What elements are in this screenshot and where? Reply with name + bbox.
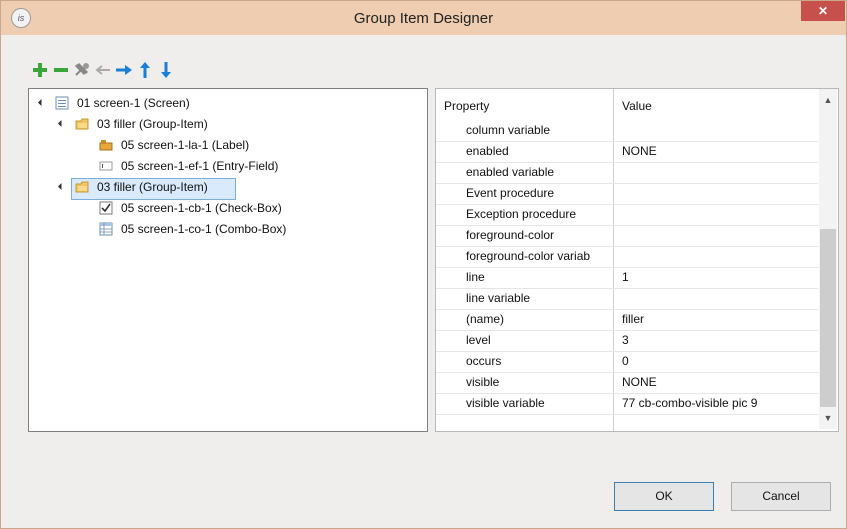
tree-item-label: 05 screen-1-cb-1 (Check-Box) bbox=[121, 201, 282, 215]
combo-box-icon bbox=[99, 222, 113, 236]
property-name: visible bbox=[466, 375, 500, 389]
property-name: (name) bbox=[466, 312, 505, 326]
property-row[interactable]: level 3 bbox=[436, 330, 818, 352]
scroll-up-icon[interactable]: ▲ bbox=[819, 91, 837, 109]
property-name: foreground-color bbox=[466, 228, 555, 242]
property-value[interactable]: 0 bbox=[622, 354, 629, 368]
scroll-down-icon[interactable]: ▼ bbox=[819, 409, 837, 427]
checkbox-icon bbox=[99, 201, 113, 215]
property-name: column variable bbox=[466, 123, 551, 137]
property-row[interactable]: occurs 0 bbox=[436, 351, 818, 373]
property-row[interactable]: Event procedure bbox=[436, 183, 818, 205]
value-column-header[interactable]: Value bbox=[622, 99, 652, 113]
arrow-left-icon[interactable] bbox=[94, 61, 112, 79]
property-grid[interactable]: Property Value column variable enabled NO… bbox=[435, 88, 839, 432]
arrow-right-icon[interactable] bbox=[115, 61, 133, 79]
property-name: visible variable bbox=[466, 396, 545, 410]
tree-item-label: 01 screen-1 (Screen) bbox=[77, 96, 190, 110]
entry-field-icon bbox=[99, 161, 113, 171]
expander-icon[interactable] bbox=[37, 98, 46, 107]
property-row[interactable]: line 1 bbox=[436, 267, 818, 289]
expander-icon[interactable] bbox=[57, 182, 66, 191]
tree-item-label: 03 filler (Group-Item) bbox=[97, 117, 208, 131]
scrollbar-thumb[interactable] bbox=[820, 229, 836, 407]
tree-item-label: 05 screen-1-co-1 (Combo-Box) bbox=[121, 222, 287, 236]
dialog-window: is Group Item Designer ✕ 01 screen-1 (Sc… bbox=[0, 0, 847, 529]
property-row[interactable]: visible variable 77 cb-combo-visible pic … bbox=[436, 393, 818, 415]
property-row[interactable]: enabled variable bbox=[436, 162, 818, 184]
property-name: enabled variable bbox=[466, 165, 555, 179]
folder-icon bbox=[75, 118, 89, 130]
close-button[interactable]: ✕ bbox=[801, 1, 845, 21]
property-value[interactable]: 77 cb-combo-visible pic 9 bbox=[622, 396, 757, 410]
property-name: enabled bbox=[466, 144, 509, 158]
arrow-up-icon[interactable] bbox=[136, 61, 154, 79]
property-row[interactable]: visible NONE bbox=[436, 372, 818, 394]
property-row[interactable]: enabled NONE bbox=[436, 141, 818, 163]
cancel-button[interactable]: Cancel bbox=[731, 482, 831, 511]
property-value[interactable]: NONE bbox=[622, 375, 657, 389]
tree-item-label: 05 screen-1-la-1 (Label) bbox=[121, 138, 250, 152]
tree-view[interactable]: 01 screen-1 (Screen) 03 filler (Group-It… bbox=[28, 88, 428, 432]
property-row[interactable]: (name) filler bbox=[436, 309, 818, 331]
property-name: Event procedure bbox=[466, 186, 555, 200]
title-bar[interactable]: is Group Item Designer ✕ bbox=[1, 1, 846, 35]
label-icon bbox=[99, 140, 113, 151]
wrench-x-icon[interactable] bbox=[73, 61, 91, 79]
tree-item-label: 05 screen-1-ef-1 (Entry-Field) bbox=[121, 159, 279, 173]
arrow-down-icon[interactable] bbox=[157, 61, 175, 79]
property-row[interactable]: foreground-color bbox=[436, 225, 818, 247]
ok-button[interactable]: OK bbox=[614, 482, 714, 511]
property-value[interactable]: 3 bbox=[622, 333, 629, 347]
minus-icon[interactable] bbox=[52, 61, 70, 79]
property-row[interactable]: line variable bbox=[436, 288, 818, 310]
property-name: Exception procedure bbox=[466, 207, 577, 221]
property-column-header[interactable]: Property bbox=[444, 99, 489, 113]
property-name: foreground-color variab bbox=[466, 249, 591, 263]
window-title: Group Item Designer bbox=[353, 10, 494, 27]
vertical-scrollbar[interactable]: ▲ ▼ bbox=[819, 89, 837, 429]
property-name: line bbox=[466, 270, 485, 284]
property-value[interactable]: NONE bbox=[622, 144, 657, 158]
property-name: occurs bbox=[466, 354, 502, 368]
property-name: level bbox=[466, 333, 491, 347]
folder-icon bbox=[75, 181, 89, 193]
property-name: line variable bbox=[466, 291, 531, 305]
property-row[interactable]: foreground-color variab bbox=[436, 246, 818, 268]
property-grid-header: Property Value bbox=[436, 89, 818, 122]
expander-icon[interactable] bbox=[57, 119, 66, 128]
property-row[interactable]: column variable bbox=[436, 120, 818, 142]
property-row[interactable]: Exception procedure bbox=[436, 204, 818, 226]
property-value[interactable]: filler bbox=[622, 312, 644, 326]
property-value[interactable]: 1 bbox=[622, 270, 629, 284]
plus-icon[interactable] bbox=[31, 61, 49, 79]
screen-icon bbox=[55, 96, 69, 110]
tree-item-label: 03 filler (Group-Item) bbox=[97, 180, 208, 194]
